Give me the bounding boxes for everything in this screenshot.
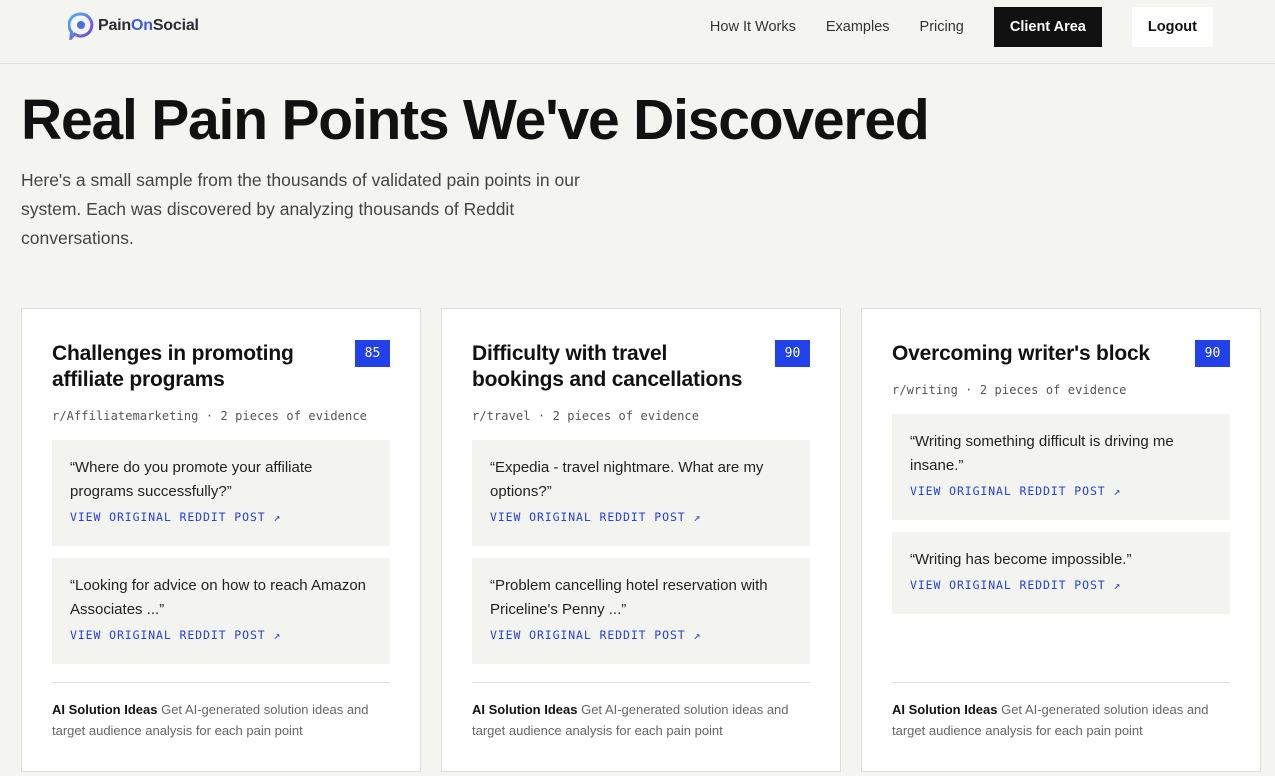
- logo-text: PainOnSocial: [98, 17, 199, 35]
- subreddit-label: r/travel: [472, 409, 531, 423]
- card-meta: r/Affiliatemarketing · 2 pieces of evide…: [52, 409, 367, 423]
- view-reddit-post-link[interactable]: VIEW ORIGINAL REDDIT POST ↗: [910, 484, 1212, 498]
- ai-solution-label: AI Solution Ideas: [52, 702, 158, 717]
- view-reddit-post-link[interactable]: VIEW ORIGINAL REDDIT POST ↗: [70, 510, 372, 524]
- evidence-quote: “Writing has become impossible.”: [910, 551, 1132, 568]
- ai-solution-label: AI Solution Ideas: [472, 702, 578, 717]
- subreddit-label: r/writing: [892, 383, 958, 397]
- ai-solution-label: AI Solution Ideas: [892, 702, 998, 717]
- card-title: Challenges in promoting affiliate progra…: [52, 342, 294, 391]
- ai-solution-note: AI Solution Ideas Get AI-generated solut…: [472, 699, 802, 741]
- evidence-quote: “Writing something difficult is driving …: [910, 433, 1174, 474]
- evidence-count: 2 pieces of evidence: [979, 383, 1127, 397]
- card-meta: r/writing · 2 pieces of evidence: [892, 383, 1127, 397]
- card-title: Difficulty with travel bookings and canc…: [472, 342, 743, 391]
- pain-point-card: Challenges in promoting affiliate progra…: [21, 308, 421, 772]
- logo[interactable]: PainOnSocial: [68, 12, 199, 40]
- evidence-quote: “Where do you promote your affiliate pro…: [70, 459, 313, 500]
- ai-solution-note: AI Solution Ideas Get AI-generated solut…: [52, 699, 382, 741]
- logo-text-part1: Pain: [98, 17, 131, 34]
- evidence-item: “Looking for advice on how to reach Amaz…: [52, 558, 390, 664]
- pain-point-card: Overcoming writer's block 90 r/writing ·…: [861, 308, 1261, 772]
- pain-point-card: Difficulty with travel bookings and canc…: [441, 308, 841, 772]
- evidence-count: 2 pieces of evidence: [220, 409, 367, 423]
- card-meta: r/travel · 2 pieces of evidence: [472, 409, 700, 423]
- main-nav: How It Works Examples Pricing Client Are…: [710, 7, 1213, 47]
- score-badge: 85: [355, 340, 390, 367]
- page-subtitle: Here's a small sample from the thousands…: [21, 170, 580, 248]
- nav-link-how-it-works[interactable]: How It Works: [710, 19, 796, 35]
- ai-solution-note: AI Solution Ideas Get AI-generated solut…: [892, 699, 1222, 741]
- view-reddit-post-link[interactable]: VIEW ORIGINAL REDDIT POST ↗: [490, 510, 792, 524]
- evidence-item: “Where do you promote your affiliate pro…: [52, 440, 390, 546]
- nav-link-examples[interactable]: Examples: [826, 19, 890, 35]
- view-reddit-post-link[interactable]: VIEW ORIGINAL REDDIT POST ↗: [490, 628, 792, 642]
- evidence-quote: “Expedia - travel nightmare. What are my…: [490, 459, 764, 500]
- evidence-quote: “Looking for advice on how to reach Amaz…: [70, 577, 367, 618]
- evidence-item: “Writing something difficult is driving …: [892, 414, 1230, 520]
- logo-text-part3: Social: [152, 17, 199, 34]
- divider: [52, 682, 390, 683]
- divider: [472, 682, 810, 683]
- subreddit-label: r/Affiliatemarketing: [52, 409, 199, 423]
- evidence-count: 2 pieces of evidence: [552, 409, 700, 423]
- logout-button[interactable]: Logout: [1131, 7, 1213, 47]
- score-badge: 90: [1195, 340, 1230, 367]
- evidence-item: “Writing has become impossible.” VIEW OR…: [892, 532, 1230, 614]
- score-badge: 90: [775, 340, 810, 367]
- evidence-item: “Problem cancelling hotel reservation wi…: [472, 558, 810, 664]
- logo-text-part2: On: [131, 17, 153, 34]
- client-area-button[interactable]: Client Area: [993, 7, 1102, 47]
- site-header: PainOnSocial How It Works Examples Prici…: [0, 0, 1275, 64]
- speech-bubble-logo-icon: [68, 12, 94, 40]
- card-title: Overcoming writer's block: [892, 342, 1150, 365]
- view-reddit-post-link[interactable]: VIEW ORIGINAL REDDIT POST ↗: [910, 578, 1212, 592]
- view-reddit-post-link[interactable]: VIEW ORIGINAL REDDIT POST ↗: [70, 628, 372, 642]
- evidence-quote: “Problem cancelling hotel reservation wi…: [490, 577, 768, 618]
- nav-link-pricing[interactable]: Pricing: [920, 19, 964, 35]
- page-title: Real Pain Points We've Discovered: [21, 88, 930, 152]
- evidence-item: “Expedia - travel nightmare. What are my…: [472, 440, 810, 546]
- divider: [892, 682, 1230, 683]
